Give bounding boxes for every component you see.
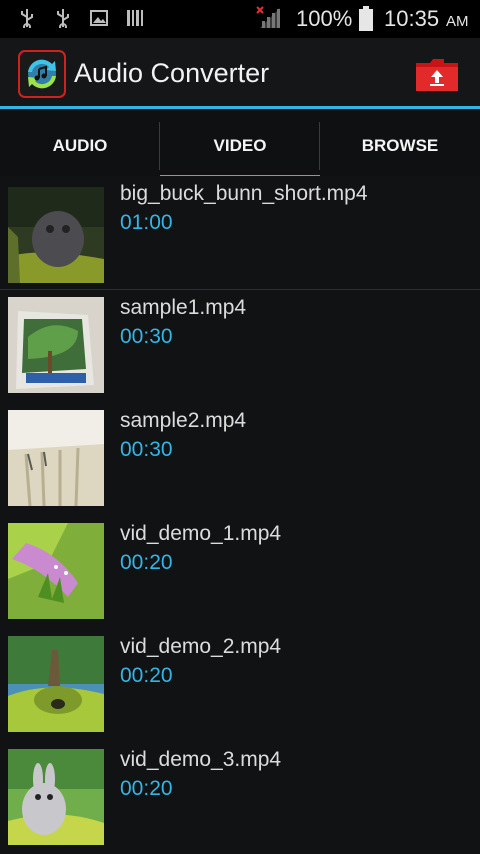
status-bar: 100% 10:35 AM [0,0,480,38]
video-thumbnail [8,523,104,619]
video-duration: 00:20 [120,664,173,687]
list-item[interactable]: sample1.mp4 00:30 [0,290,480,404]
video-name: vid_demo_2.mp4 [120,635,282,658]
tab-label: BROWSE [361,136,439,155]
video-duration: 00:30 [120,325,173,348]
app-title: Audio Converter [74,58,270,88]
video-duration: 00:20 [120,551,173,574]
video-thumbnail [8,187,104,283]
tab-browse[interactable]: BROWSE [320,109,480,182]
tab-audio[interactable]: AUDIO [0,109,160,182]
no-signal-icon [256,6,280,28]
video-name: vid_demo_3.mp4 [120,748,282,771]
tab-label: VIDEO [213,136,267,155]
list-item[interactable]: vid_demo_1.mp4 00:20 [0,516,480,630]
list-item[interactable]: vid_demo_3.mp4 00:20 [0,742,480,854]
list-item[interactable]: sample2.mp4 00:30 [0,403,480,517]
video-duration: 00:30 [120,438,173,461]
red-folder-upload-icon[interactable] [414,56,460,94]
video-duration: 01:00 [120,211,173,234]
video-name: sample2.mp4 [120,409,247,432]
image-icon [90,10,108,26]
usb-icon [21,9,33,28]
usb-icon [57,9,69,28]
video-thumbnail [8,749,104,845]
tab-bar: AUDIO VIDEO BROWSE [0,109,480,182]
tab-video[interactable]: VIDEO [160,109,320,182]
barcode-icon [127,10,143,26]
video-thumbnail [8,410,104,506]
tab-label: AUDIO [52,136,108,155]
audio-converter-logo-icon[interactable] [18,50,66,98]
battery-icon [359,6,373,31]
app-bar: Audio Converter [0,38,480,108]
video-thumbnail [8,636,104,732]
video-name: big_buck_bunn_short.mp4 [120,182,368,205]
video-duration: 00:20 [120,777,173,800]
video-name: vid_demo_1.mp4 [120,522,282,545]
battery-percent: 100% [296,6,353,31]
clock-ampm: AM [446,13,469,30]
list-item[interactable]: vid_demo_2.mp4 00:20 [0,629,480,743]
clock: 10:35 [384,6,440,31]
video-name: sample1.mp4 [120,296,247,319]
video-thumbnail [8,297,104,393]
list-item[interactable]: big_buck_bunn_short.mp4 01:00 [0,176,480,290]
